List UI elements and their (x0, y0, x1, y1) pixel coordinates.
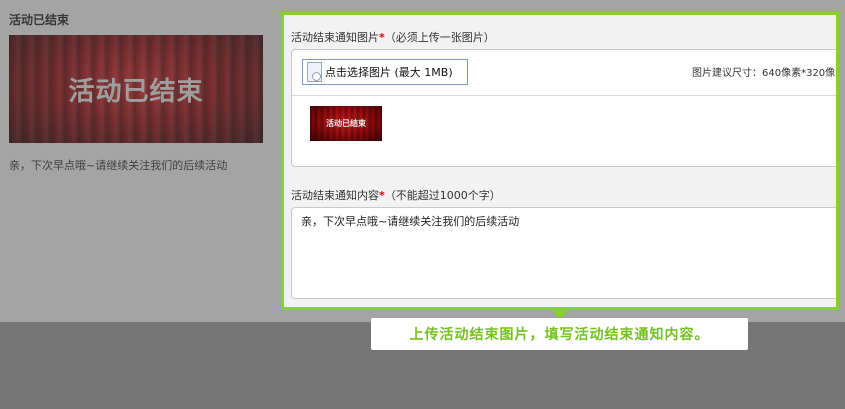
divider (292, 95, 836, 96)
content-field-hint: （不能超过1000个字） (384, 189, 501, 202)
notice-content-textarea[interactable]: 亲，下次早点哦~请继续关注我们的后续活动 (291, 207, 836, 299)
content-field-label-text: 活动结束通知内容 (291, 189, 379, 202)
uploaded-image-thumbnail[interactable]: 活动已结束 (310, 106, 382, 141)
image-field-label: 活动结束通知图片*（必须上传一张图片） (291, 29, 495, 45)
guide-tooltip: 上传活动结束图片，填写活动结束通知内容。 (371, 318, 748, 350)
select-image-button-label: 点击选择图片 (最大 1MB) (325, 66, 453, 79)
image-field-hint: （必须上传一张图片） (384, 31, 495, 44)
image-size-hint: 图片建议尺寸：640像素*320像素 (692, 68, 839, 79)
guide-tooltip-text: 上传活动结束图片，填写活动结束通知内容。 (409, 327, 710, 343)
select-image-button[interactable]: 点击选择图片 (最大 1MB) (302, 59, 468, 85)
image-field-label-text: 活动结束通知图片 (291, 31, 379, 44)
thumbnail-text: 活动已结束 (326, 119, 366, 128)
image-upload-box: 点击选择图片 (最大 1MB) 图片建议尺寸：640像素*320像素 活动已结束 (291, 49, 839, 167)
content-field-label: 活动结束通知内容*（不能超过1000个字） (291, 187, 501, 203)
image-file-icon (307, 62, 322, 82)
form-panel: 活动结束通知图片*（必须上传一张图片） 点击选择图片 (最大 1MB) 图片建议… (281, 12, 839, 310)
